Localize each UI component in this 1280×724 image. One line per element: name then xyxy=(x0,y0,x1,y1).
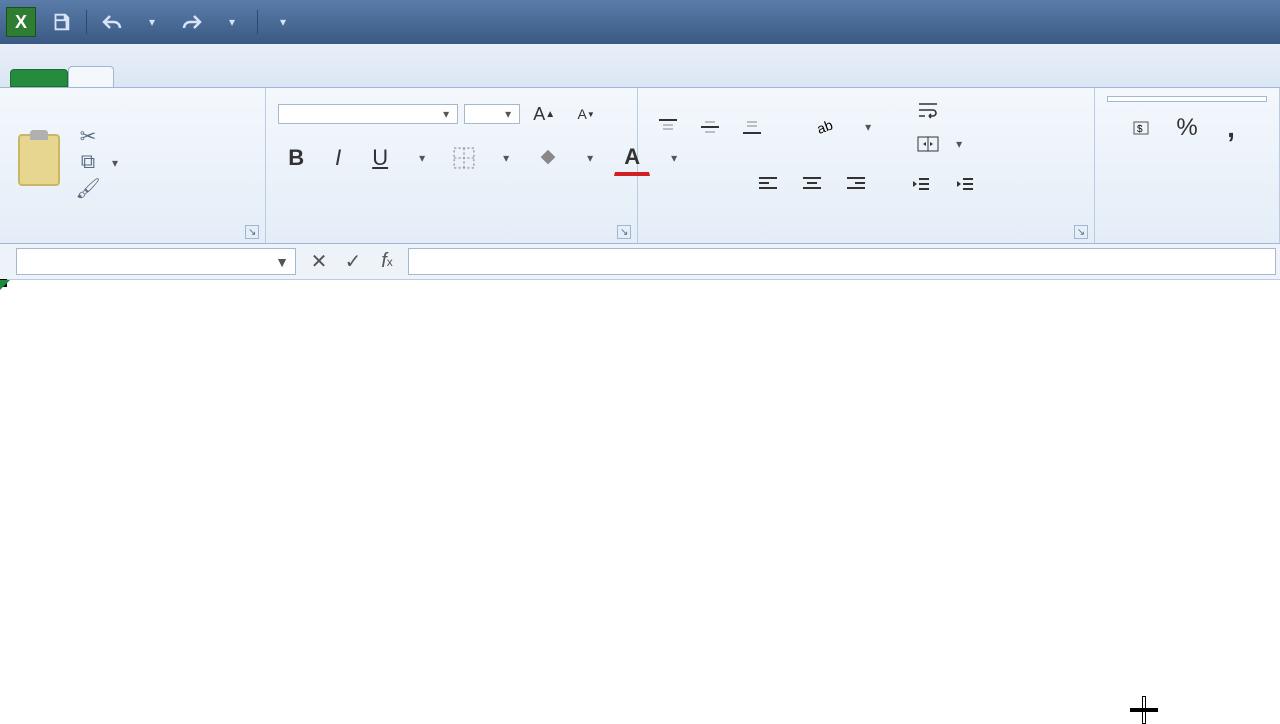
align-center-icon[interactable] xyxy=(794,166,830,202)
accounting-format-icon[interactable]: $ xyxy=(1125,110,1161,146)
percent-icon[interactable]: % xyxy=(1169,110,1205,146)
svg-text:$: $ xyxy=(1137,124,1143,135)
fill-color-dropdown[interactable]: ▾ xyxy=(572,140,608,176)
tab-data[interactable] xyxy=(252,66,298,87)
align-middle-icon[interactable] xyxy=(692,109,728,145)
cut-button[interactable]: ✂ xyxy=(76,127,118,147)
comma-icon[interactable]: , xyxy=(1213,110,1249,146)
scissors-icon: ✂ xyxy=(76,127,100,147)
group-clipboard: ✂ ⧉ ▾ 🖌 ↘ xyxy=(0,88,266,243)
undo-icon[interactable] xyxy=(97,7,127,37)
chevron-down-icon: ▼ xyxy=(275,254,289,270)
redo-dropdown-icon[interactable]: ▾ xyxy=(217,7,247,37)
cancel-edit-icon[interactable]: ✕ xyxy=(304,248,334,276)
borders-button[interactable] xyxy=(446,140,482,176)
font-dialog-launcher[interactable]: ↘ xyxy=(617,225,631,239)
chevron-down-icon: ▾ xyxy=(505,107,511,121)
insert-function-icon[interactable]: fx xyxy=(372,248,402,276)
formula-bar: ▼ ✕ ✓ fx xyxy=(0,244,1280,280)
tab-view[interactable] xyxy=(344,66,390,87)
redo-icon[interactable] xyxy=(177,7,207,37)
alignment-dialog-launcher[interactable]: ↘ xyxy=(1074,225,1088,239)
quick-access-toolbar: X ▾ ▾ ▾ xyxy=(0,7,298,37)
group-alignment: ab ▾ ▾ xyxy=(638,88,1095,243)
decrease-indent-icon[interactable] xyxy=(902,166,938,202)
chevron-down-icon: ▾ xyxy=(956,137,962,151)
formula-input[interactable] xyxy=(408,248,1276,275)
italic-button[interactable]: I xyxy=(320,140,356,176)
underline-dropdown[interactable]: ▾ xyxy=(404,140,440,176)
font-name-combo[interactable]: ▾ xyxy=(278,104,458,124)
group-clipboard-label: ↘ xyxy=(0,237,265,243)
copy-icon: ⧉ xyxy=(76,153,100,173)
underline-button[interactable]: U xyxy=(362,140,398,176)
title-bar: X ▾ ▾ ▾ xyxy=(0,0,1280,44)
chevron-down-icon: ▾ xyxy=(112,156,118,170)
font-size-combo[interactable]: ▾ xyxy=(464,104,520,124)
merge-icon xyxy=(916,134,940,154)
wrap-text-button[interactable] xyxy=(908,96,970,124)
tab-review[interactable] xyxy=(298,66,344,87)
bold-button[interactable]: B xyxy=(278,140,314,176)
wrap-text-icon xyxy=(916,100,940,120)
enter-edit-icon[interactable]: ✓ xyxy=(338,248,368,276)
undo-dropdown-icon[interactable]: ▾ xyxy=(137,7,167,37)
tab-file[interactable] xyxy=(10,69,68,87)
align-left-icon[interactable] xyxy=(750,166,786,202)
save-icon[interactable] xyxy=(46,7,76,37)
excel-app-icon[interactable]: X xyxy=(6,7,36,37)
group-number-label xyxy=(1095,237,1279,243)
shrink-font-icon[interactable]: A▼ xyxy=(568,96,604,132)
copy-button[interactable]: ⧉ ▾ xyxy=(76,153,118,173)
clipboard-icon xyxy=(18,134,60,186)
qat-customize-icon[interactable]: ▾ xyxy=(268,7,298,37)
tab-page-layout[interactable] xyxy=(160,66,206,87)
name-box[interactable]: ▼ xyxy=(16,248,296,275)
grow-font-icon[interactable]: A▲ xyxy=(526,96,562,132)
group-font-label: ↘ xyxy=(266,237,637,243)
orientation-dropdown[interactable]: ▾ xyxy=(850,109,886,145)
chevron-down-icon: ▾ xyxy=(443,107,449,121)
number-format-combo[interactable] xyxy=(1107,96,1267,102)
orientation-button[interactable]: ab xyxy=(806,109,842,145)
merge-center-button[interactable]: ▾ xyxy=(908,130,970,158)
ribbon: ✂ ⧉ ▾ 🖌 ↘ xyxy=(0,88,1280,244)
svg-text:ab: ab xyxy=(815,116,835,136)
clipboard-dialog-launcher[interactable]: ↘ xyxy=(245,225,259,239)
tab-home[interactable] xyxy=(68,66,114,87)
tab-formulas[interactable] xyxy=(206,66,252,87)
fill-color-button[interactable] xyxy=(530,140,566,176)
paste-button[interactable] xyxy=(8,128,70,198)
group-font: ▾ ▾ A▲ A▼ B I U ▾ ▾ xyxy=(266,88,638,243)
group-number: $ % , xyxy=(1095,88,1280,243)
format-painter-button[interactable]: 🖌 xyxy=(76,179,118,199)
align-bottom-icon[interactable] xyxy=(734,109,770,145)
borders-dropdown[interactable]: ▾ xyxy=(488,140,524,176)
tab-insert[interactable] xyxy=(114,66,160,87)
increase-indent-icon[interactable] xyxy=(946,166,982,202)
ribbon-tabs xyxy=(0,44,1280,88)
group-alignment-label: ↘ xyxy=(638,237,1094,243)
align-top-icon[interactable] xyxy=(650,109,686,145)
error-indicator-icon xyxy=(0,280,10,290)
paintbrush-icon: 🖌 xyxy=(76,179,100,199)
align-right-icon[interactable] xyxy=(838,166,874,202)
